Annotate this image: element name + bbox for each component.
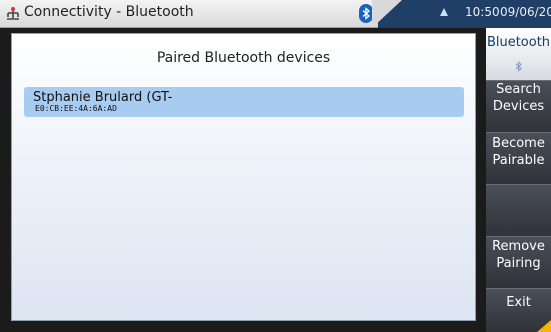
status-date: 09/06/2016: [500, 5, 551, 19]
search-devices-button[interactable]: Search Devices: [486, 80, 551, 132]
bluetooth-tab[interactable]: Bluetooth: [486, 28, 551, 80]
device-list-item[interactable]: Stphanie Brulard (GT- E0:CB:EE:4A:6A:AD: [24, 87, 464, 117]
panel-heading: Paired Bluetooth devices: [156, 50, 331, 66]
paired-devices-panel: Paired Bluetooth devices Stphanie Brular…: [11, 33, 476, 321]
device-address: E0:CB:EE:4A:6A:AD: [35, 104, 117, 113]
bluetooth-status-icon: [359, 4, 373, 23]
empty-softkey[interactable]: [486, 184, 551, 236]
bluetooth-tab-label: Bluetooth: [486, 35, 551, 50]
status-time: 10:50: [465, 5, 500, 19]
status-bar: 10:50 09/06/2016: [372, 0, 551, 28]
signal-icon: [440, 8, 448, 16]
remove-pairing-button[interactable]: Remove Pairing: [486, 236, 551, 288]
device-name: Stphanie Brulard (GT-: [33, 90, 173, 105]
window-title: Connectivity - Bluetooth: [24, 4, 194, 20]
softkey-panel: Bluetooth Search Devices Become Pairable…: [486, 28, 551, 332]
bluetooth-icon: [515, 61, 522, 72]
corner-accent: [537, 320, 551, 332]
connectivity-icon: [7, 7, 19, 20]
become-pairable-button[interactable]: Become Pairable: [486, 132, 551, 184]
exit-button[interactable]: Exit: [486, 288, 551, 332]
